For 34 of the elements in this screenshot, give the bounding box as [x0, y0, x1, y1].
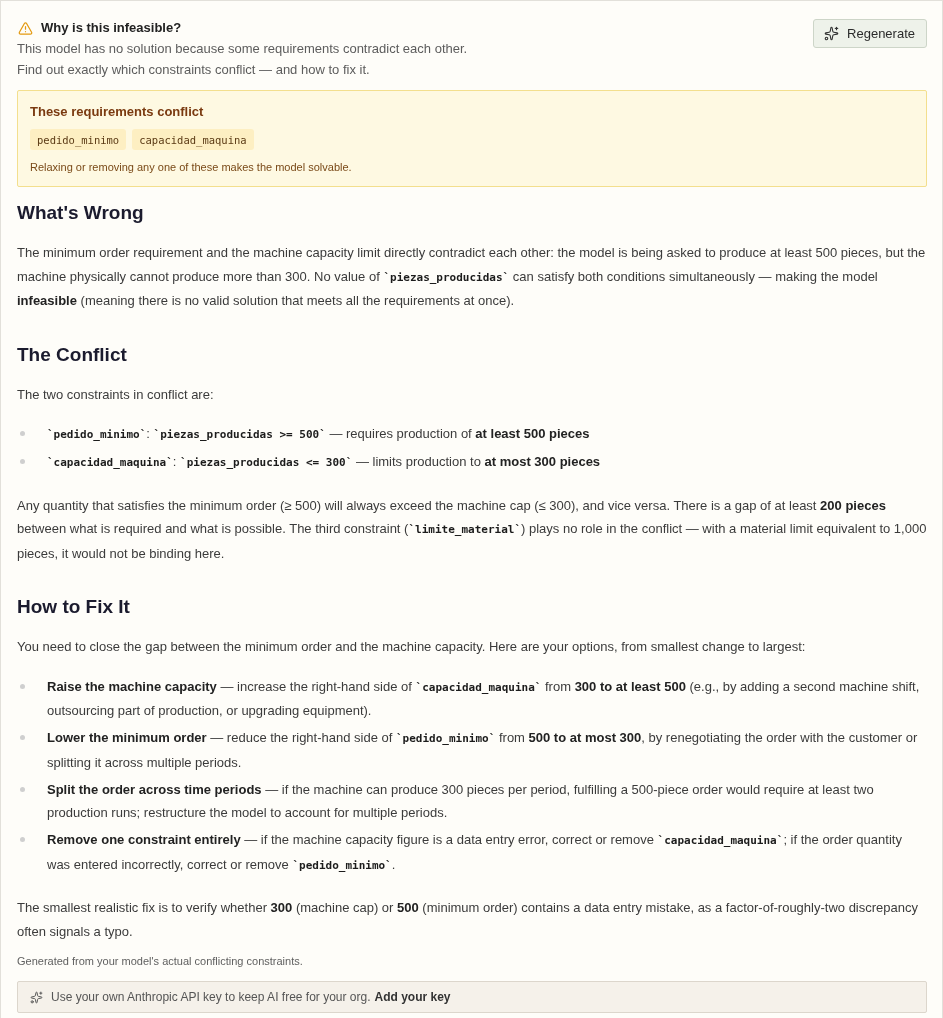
paragraph: The smallest realistic fix is to verify whether 300 (machine cap) or 500 (minimum order) contains a data entry mistake, as a factor-of-roughly-two discrepancy often signals a typo. — [17, 899, 919, 941]
list-item-text: Lower the minimum order — reduce the right-hand side of `pedido_minimo` from 500 to at most 300, by renegotiating the order with the customer or splitting it across multiple periods. — [47, 729, 919, 772]
description-text: Find out exactly which constraints conflict — and how to fix it. — [17, 61, 371, 79]
bullet-icon — [20, 786, 25, 792]
constraint-tag: pedido_minimo — [30, 129, 127, 150]
paragraph: The two constraints in conflict are: — [17, 385, 215, 404]
bullet-icon — [20, 735, 25, 740]
paragraph: The minimum order requirement and the machine capacity limit directly contradict each other: the model is being asked to produce at least 500 pieces, but the machine physically cannot produce more than 300. No value of `piezas_producidas` can satisfy both conditions simultaneously — making the model infeasible (meaning there is no valid solution that meets all the requirements at once). — [17, 244, 927, 310]
description-text: This model has no solution because some requirements contradict each other. — [17, 40, 468, 58]
paragraph: You need to close the gap between the minimum order and the machine capacity. Here are your options, from smallest change to largest: — [17, 638, 807, 656]
list-item-text: Split the order across time periods — if the machine can produce 300 pieces per period, fulfilling a 500-piece order would require at least two production runs; restructure the model to account for multiple periods. — [47, 780, 875, 822]
sparkle-icon — [824, 26, 840, 41]
panel-title: Why is this infeasible? — [41, 19, 182, 37]
section-heading: What's Wrong — [17, 201, 145, 225]
bullet-icon — [20, 459, 25, 464]
callout-note: Relaxing or removing any one of these makes the model solvable. — [30, 160, 353, 175]
sparkle-icon — [30, 990, 43, 1004]
banner-text: Use your own Anthropic API key to keep AI free for your org. — [51, 990, 371, 1004]
list-item-text: Remove one constraint entirely — if the machine capacity figure is a data entry error, correct or remove `capacidad_maquina`; if the order quantity was entered incorrectly, correct or remove `pedido_minimo`. — [47, 831, 903, 874]
footer-note: Generated from your model's actual conflicting constraints. — [17, 954, 304, 969]
list-item-text: `pedido_minimo`: `piezas_producidas >= 500` — requires production of at least 500 pieces — [47, 425, 590, 443]
add-key-link[interactable]: Add your key — [374, 990, 451, 1004]
list-item-text: `capacidad_maquina`: `piezas_producidas <= 300` — limits production to at most 300 pieces — [47, 453, 601, 471]
bullet-icon — [20, 431, 25, 436]
regenerate-button[interactable]: Regenerate — [813, 19, 927, 48]
constraint-tag: capacidad_maquina — [132, 129, 254, 150]
section-heading: The Conflict — [17, 342, 128, 367]
warning-icon — [18, 20, 33, 36]
callout-title: These requirements conflict — [30, 103, 205, 121]
list-item-text: Raise the machine capacity — increase the right-hand side of `capacidad_maquina` from 300 to at least 500 (e.g., by adding a second machine shift, outsourcing part of production, or upgrading equipment). — [47, 677, 921, 720]
bullet-icon — [20, 837, 25, 842]
bullet-icon — [20, 683, 25, 689]
section-heading: How to Fix It — [17, 595, 131, 619]
paragraph: Any quantity that satisfies the minimum order (≥ 500) will always exceed the machine cap (≤ 300), and vice versa. There is a gap of at least 200 pieces between what is required and what is possible. The third constraint (`limite_material`) plays no role in the conflict — with a material limit equivalent to 1,000 pieces, it would not be binding here. — [17, 496, 927, 563]
